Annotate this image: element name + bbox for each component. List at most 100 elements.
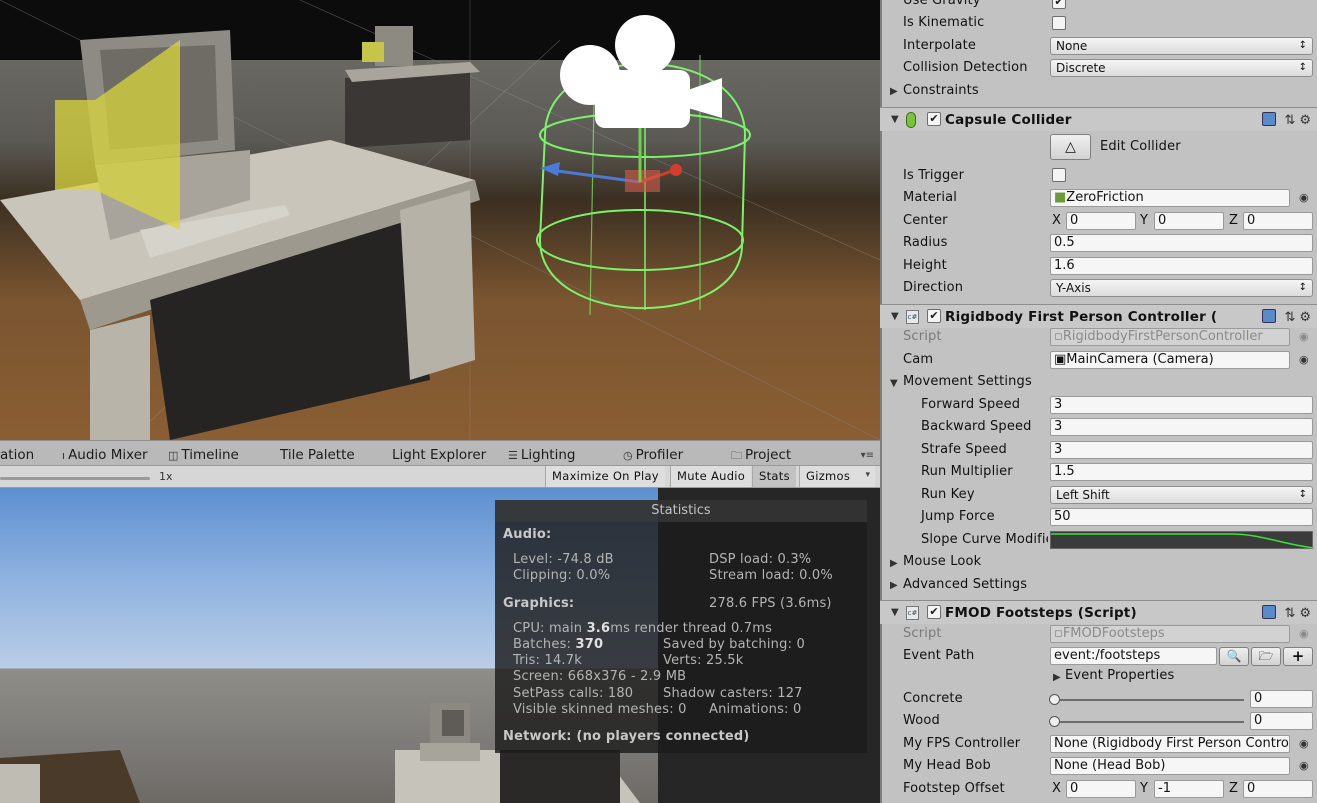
object-picker-icon[interactable]: ◉ — [1299, 191, 1309, 204]
statistics-title: Statistics — [495, 500, 867, 522]
direction-label: Direction — [903, 280, 964, 295]
head-bob-label: My Head Bob — [903, 758, 991, 773]
capsule-enabled-checkbox[interactable]: ✔ — [927, 112, 941, 126]
wood-slider-track[interactable] — [1054, 721, 1244, 723]
object-picker-icon[interactable]: ◉ — [1299, 737, 1309, 750]
tab-menu-icon[interactable]: ▾≡ — [861, 450, 874, 461]
gizmos-button[interactable]: Gizmos — [799, 466, 875, 487]
add-event-button[interactable]: + — [1283, 647, 1313, 666]
tab-light-explorer[interactable]: Light Explorer — [392, 447, 486, 463]
tab-lighting[interactable]: ☰ Lighting — [508, 447, 575, 463]
shadow-casters-readout: Shadow casters: 127 — [663, 686, 803, 701]
center-z-field[interactable]: 0 — [1243, 212, 1313, 230]
mute-audio-button[interactable]: Mute Audio — [670, 466, 752, 487]
component-header-icons[interactable]: ⇅⚙ — [1262, 112, 1315, 128]
event-path-field[interactable]: event:/footsteps — [1050, 647, 1217, 665]
gear-icon: ⚙ — [1299, 113, 1315, 128]
cam-field[interactable]: ▣MainCamera (Camera) — [1050, 351, 1290, 369]
concrete-slider-knob[interactable] — [1049, 694, 1060, 705]
material-field[interactable]: ■ZeroFriction — [1050, 189, 1290, 207]
script-icon: c# — [906, 310, 919, 324]
forward-speed-field[interactable]: 3 — [1050, 396, 1313, 414]
edit-collider-label: Edit Collider — [1100, 139, 1181, 154]
component-header-icons[interactable]: ⇅⚙ — [1262, 309, 1315, 325]
skinned-meshes-readout: Visible skinned meshes: 0 — [513, 702, 687, 717]
forward-speed-label: Forward Speed — [921, 397, 1021, 412]
center-y-field[interactable]: 0 — [1154, 212, 1224, 230]
constraints-label[interactable]: Constraints — [903, 83, 979, 98]
fps-controller-ref-field[interactable]: None (Rigidbody First Person Controller) — [1050, 735, 1290, 753]
mouse-look-label[interactable]: Mouse Look — [903, 554, 981, 569]
graphics-header: Graphics: — [503, 596, 575, 611]
maximize-on-play-button[interactable]: Maximize On Play — [545, 466, 665, 487]
editor-tab-strip: ation ı Audio Mixer ◫ Timeline Tile Palett… — [0, 440, 880, 466]
controller-enabled-checkbox[interactable]: ✔ — [927, 309, 941, 323]
collapse-triangle-icon[interactable]: ▼ — [891, 311, 899, 322]
material-label: Material — [903, 190, 958, 205]
fmod-footsteps-title: FMOD Footsteps (Script) — [945, 605, 1137, 621]
event-properties-foldout-icon[interactable]: ▶ — [1053, 672, 1061, 683]
strafe-speed-field[interactable]: 3 — [1050, 441, 1313, 459]
stats-button[interactable]: Stats — [752, 466, 796, 487]
fmod-enabled-checkbox[interactable]: ✔ — [927, 605, 941, 619]
head-bob-field[interactable]: None (Head Bob) — [1050, 757, 1290, 775]
scale-slider[interactable] — [0, 477, 150, 480]
interpolate-dropdown[interactable]: None — [1050, 37, 1313, 55]
collapse-triangle-icon[interactable]: ▼ — [891, 114, 899, 125]
run-key-dropdown[interactable]: Left Shift — [1050, 486, 1313, 504]
radius-field[interactable]: 0.5 — [1050, 234, 1313, 252]
scene-render — [0, 0, 880, 440]
offset-y-field[interactable]: -1 — [1154, 780, 1224, 798]
wood-field[interactable]: 0 — [1250, 712, 1313, 730]
use-gravity-checkbox[interactable]: ✔ — [1052, 0, 1066, 9]
event-properties-label[interactable]: Event Properties — [1065, 668, 1174, 683]
wood-slider-knob[interactable] — [1049, 716, 1060, 727]
tab-animation[interactable]: ation — [0, 447, 34, 463]
tab-project[interactable]: 🗀 Project — [731, 447, 791, 466]
concrete-slider-track[interactable] — [1054, 699, 1244, 701]
fps-controller-header[interactable]: ▼ c# ✔ Rigidbody First Person Controller… — [880, 304, 1317, 328]
height-field[interactable]: 1.6 — [1050, 257, 1313, 275]
constraints-foldout-icon[interactable]: ▶ — [890, 86, 898, 97]
chevron-down-icon[interactable]: ▾ — [865, 470, 870, 480]
object-picker-icon[interactable]: ◉ — [1299, 353, 1309, 366]
concrete-field[interactable]: 0 — [1250, 690, 1313, 708]
center-x-field[interactable]: 0 — [1066, 212, 1136, 230]
direction-dropdown[interactable]: Y-Axis — [1050, 279, 1313, 297]
profiler-icon: ◷ — [623, 449, 633, 462]
slope-curve-field[interactable] — [1050, 531, 1315, 549]
object-picker-icon[interactable]: ◉ — [1299, 759, 1309, 772]
offset-y-label: Y — [1140, 781, 1148, 796]
is-kinematic-checkbox[interactable] — [1052, 16, 1066, 30]
scene-view[interactable] — [0, 0, 880, 440]
is-trigger-checkbox[interactable] — [1052, 168, 1066, 182]
advanced-settings-label[interactable]: Advanced Settings — [903, 577, 1027, 592]
movement-foldout-icon[interactable]: ▼ — [890, 378, 898, 389]
browse-folder-button[interactable]: 🗁 — [1251, 647, 1281, 666]
scale-value: 1x — [159, 470, 173, 483]
collision-detection-label: Collision Detection — [903, 60, 1028, 75]
backward-speed-label: Backward Speed — [921, 419, 1032, 434]
jump-force-field[interactable]: 50 — [1050, 508, 1313, 526]
advanced-foldout-icon[interactable]: ▶ — [890, 580, 898, 591]
folder-icon: 🗀 — [731, 449, 742, 462]
offset-z-field[interactable]: 0 — [1243, 780, 1313, 798]
capsule-collider-header[interactable]: ▼ ✔ Capsule Collider ⇅⚙ — [880, 107, 1317, 131]
tab-timeline[interactable]: ◫ Timeline — [168, 447, 239, 463]
fmod-footsteps-header[interactable]: ▼ c# ✔ FMOD Footsteps (Script) ⇅⚙ — [880, 600, 1317, 624]
tab-tile-palette[interactable]: Tile Palette — [280, 447, 355, 463]
mouse-look-foldout-icon[interactable]: ▶ — [890, 558, 898, 569]
movement-settings-label[interactable]: Movement Settings — [903, 374, 1032, 389]
backward-speed-field[interactable]: 3 — [1050, 418, 1313, 436]
edit-collider-button[interactable]: △ — [1050, 134, 1091, 160]
run-multiplier-field[interactable]: 1.5 — [1050, 463, 1313, 481]
collision-detection-dropdown[interactable]: Discrete — [1050, 59, 1313, 77]
search-button[interactable]: 🔍 — [1219, 647, 1249, 666]
capsule-collider-icon — [906, 112, 916, 128]
offset-x-field[interactable]: 0 — [1066, 780, 1136, 798]
component-header-icons[interactable]: ⇅⚙ — [1262, 605, 1315, 621]
tab-profiler[interactable]: ◷ Profiler — [623, 447, 683, 463]
script-field: ▫RigidbodyFirstPersonController — [1050, 328, 1290, 346]
tab-audio-mixer[interactable]: ı Audio Mixer — [62, 447, 148, 463]
collapse-triangle-icon[interactable]: ▼ — [891, 607, 899, 618]
